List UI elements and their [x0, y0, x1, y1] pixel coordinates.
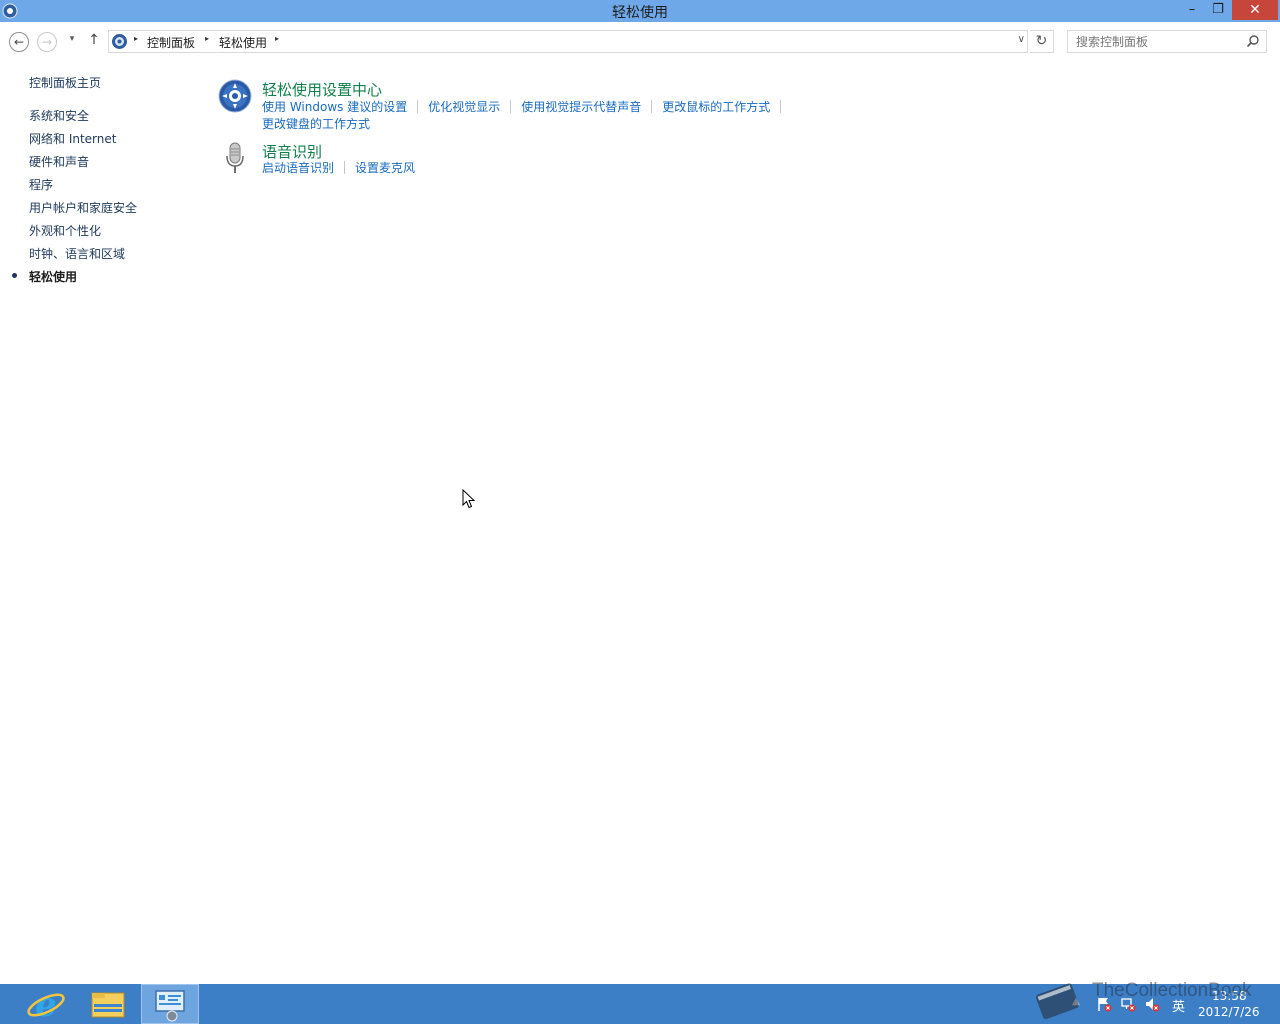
title-bar: 轻松使用 – ❐ ✕	[0, 0, 1280, 22]
volume-muted-icon[interactable]	[1144, 996, 1160, 1012]
show-hidden-icons-button[interactable]: ▲	[1072, 996, 1080, 1024]
setup-microphone-link[interactable]: 设置麦克风	[355, 161, 415, 175]
close-button[interactable]: ✕	[1232, 0, 1278, 20]
change-mouse-link[interactable]: 更改鼠标的工作方式	[662, 100, 770, 114]
up-arrow-icon: ↑	[88, 32, 100, 48]
sidebar-item-programs[interactable]: 程序	[29, 176, 53, 193]
search-icon[interactable]	[1246, 34, 1260, 48]
link-divider	[651, 100, 653, 113]
breadcrumb-separator-icon[interactable]: ▸	[134, 34, 138, 43]
navigation-bar: ← → ▾ ↑ ▸ 控制面板 ▸ 轻松使用 ▸ ∨ ↻	[0, 22, 1280, 60]
search-input[interactable]	[1068, 31, 1244, 52]
taskbar: e ▲ 英 13:58 2012/7/26	[0, 984, 1280, 1024]
back-button[interactable]: ←	[9, 32, 29, 52]
active-bullet-icon	[12, 273, 17, 278]
sidebar-item-user-accounts[interactable]: 用户帐户和家庭安全	[29, 199, 137, 216]
internet-explorer-icon: e	[27, 985, 65, 1024]
forward-arrow-icon: →	[41, 35, 53, 49]
address-bar[interactable]: ▸ 控制面板 ▸ 轻松使用 ▸ ∨	[108, 30, 1028, 53]
sidebar-item-system-security[interactable]: 系统和安全	[29, 107, 89, 124]
start-speech-recognition-link[interactable]: 启动语音识别	[262, 161, 334, 175]
sidebar-control-panel-home[interactable]: 控制面板主页	[29, 74, 101, 91]
sidebar-item-network-internet[interactable]: 网络和 Internet	[29, 130, 116, 147]
speech-recognition-title[interactable]: 语音识别	[262, 141, 322, 162]
action-center-flag-icon[interactable]	[1096, 996, 1112, 1012]
refresh-icon: ↻	[1035, 33, 1048, 49]
ease-of-access-center-title[interactable]: 轻松使用设置中心	[262, 79, 382, 100]
taskbar-control-panel[interactable]	[141, 984, 199, 1024]
ease-of-access-icon[interactable]	[218, 79, 252, 113]
sidebar-item-ease-of-access[interactable]: 轻松使用	[29, 268, 77, 285]
breadcrumb-control-panel[interactable]: 控制面板	[147, 34, 195, 51]
speech-recognition-links: 启动语音识别 设置麦克风	[262, 160, 822, 177]
sidebar-item-hardware-sound[interactable]: 硬件和声音	[29, 153, 89, 170]
sidebar-item-appearance[interactable]: 外观和个性化	[29, 222, 101, 239]
optimize-visual-display-link[interactable]: 优化视觉显示	[428, 100, 500, 114]
link-divider	[344, 161, 346, 174]
ease-of-access-links: 使用 Windows 建议的设置 优化视觉显示 使用视觉提示代替声音 更改鼠标的工作方…	[262, 99, 822, 133]
recent-locations-button[interactable]: ▾	[65, 34, 79, 50]
taskbar-file-explorer[interactable]	[79, 984, 137, 1024]
chevron-down-icon: ▾	[69, 34, 75, 44]
mouse-cursor-icon	[462, 489, 476, 509]
back-arrow-icon: ←	[13, 35, 25, 49]
breadcrumb-separator-icon[interactable]: ▸	[205, 34, 209, 43]
refresh-button[interactable]: ↻	[1030, 30, 1054, 53]
network-disconnected-icon[interactable]	[1120, 996, 1136, 1012]
search-box[interactable]	[1067, 30, 1267, 53]
visual-cues-link[interactable]: 使用视觉提示代替声音	[521, 100, 641, 114]
clock-date[interactable]: 2012/7/26	[1198, 1005, 1260, 1019]
breadcrumb-ease-of-access[interactable]: 轻松使用	[219, 34, 267, 51]
file-explorer-icon	[91, 992, 125, 1018]
microphone-icon[interactable]	[218, 141, 252, 175]
control-panel-icon	[155, 990, 185, 1022]
minimize-button[interactable]: –	[1180, 0, 1204, 20]
up-button[interactable]: ↑	[85, 32, 103, 52]
clock-time[interactable]: 13:58	[1212, 989, 1247, 1003]
link-divider	[510, 100, 512, 113]
sidebar-item-clock-language-region[interactable]: 时钟、语言和区域	[29, 245, 125, 262]
svg-text:e: e	[35, 985, 57, 1024]
change-keyboard-link[interactable]: 更改键盘的工作方式	[262, 117, 370, 131]
link-divider	[417, 100, 419, 113]
maximize-button[interactable]: ❐	[1206, 0, 1230, 20]
input-method-indicator[interactable]: 英	[1172, 996, 1185, 1015]
taskbar-internet-explorer[interactable]: e	[17, 984, 75, 1024]
window-title: 轻松使用	[612, 5, 668, 21]
breadcrumb-separator-icon[interactable]: ▸	[275, 34, 279, 43]
control-panel-location-icon	[112, 34, 127, 49]
link-divider	[780, 100, 782, 113]
forward-button[interactable]: →	[37, 32, 57, 52]
address-dropdown-icon[interactable]: ∨	[1018, 34, 1025, 45]
use-recommended-settings-link[interactable]: 使用 Windows 建议的设置	[262, 100, 407, 114]
